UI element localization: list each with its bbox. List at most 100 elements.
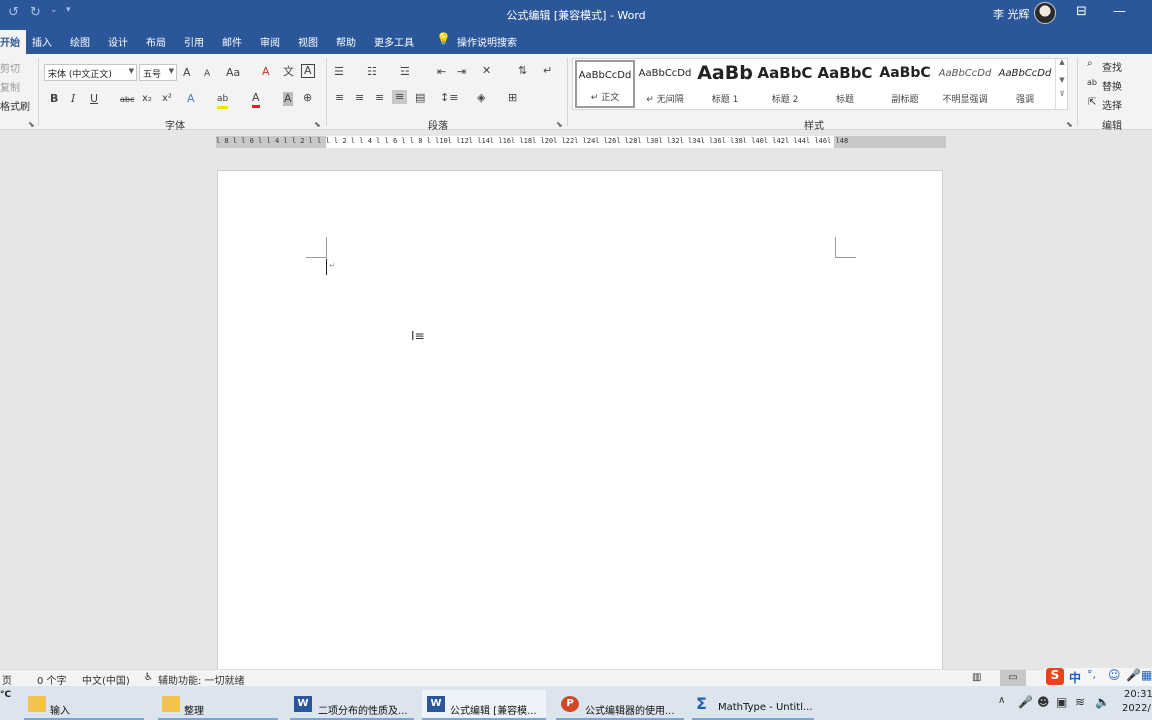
user-name[interactable]: 李 光辉 [993,6,1030,22]
tell-me-search[interactable]: 操作说明搜索 [457,34,517,49]
font-launcher-icon[interactable]: ⬊ [314,120,321,129]
bold-icon[interactable]: B [50,92,58,106]
underline-icon[interactable]: U [90,92,98,106]
format-painter-button[interactable]: 格式刷 [0,98,30,113]
chinese-layout-icon[interactable]: ✕ [482,64,491,78]
font-color-icon[interactable]: A [252,91,260,108]
taskbar-item-powerpoint[interactable]: P 公式编辑器的使用... [556,690,684,720]
document-page[interactable]: ↵ Ⅰ≡ [217,170,943,670]
tab-design[interactable]: 设计 [108,34,128,49]
increase-indent-icon[interactable]: ⇥ [457,65,466,79]
style-subtle-emphasis[interactable]: AaBbCcDd 不明显强调 [935,60,995,108]
clock-time[interactable]: 20:31 [1124,689,1152,700]
horizontal-ruler[interactable]: l 8 l l 6 l l 4 l l 2 l l l l 2 l l 4 l … [216,136,946,148]
chevron-up-icon[interactable]: ∧ [998,695,1005,706]
avatar[interactable] [1034,2,1056,24]
more-styles-icon[interactable]: ⊽ [1056,90,1068,98]
tab-more-tools[interactable]: 更多工具 [374,34,414,49]
tab-insert[interactable]: 插入 [32,34,52,49]
language-status[interactable]: 中文(中国) [82,672,130,687]
phonetic-guide-icon[interactable]: 文 [283,65,294,79]
app-tray-icon[interactable]: ☻ [1037,695,1050,709]
keyboard-icon[interactable]: ▦ [1141,668,1152,682]
font-name-select[interactable]: 宋体 (中文正文) ▼ [44,64,137,81]
taskbar-item-organize-folder[interactable]: 整理 [158,690,278,720]
read-mode-icon[interactable]: ▥ [972,672,981,683]
emoji-icon[interactable]: ☺ [1108,668,1121,682]
show-marks-icon[interactable]: ↵ [543,64,552,78]
sort-icon[interactable]: ⇅ [518,64,527,78]
style-heading-1[interactable]: AaBb 标题 1 [695,60,755,108]
multilevel-list-icon[interactable]: ☲ [400,65,410,79]
clipboard-launcher-icon[interactable]: ⬊ [28,120,35,129]
strikethrough-icon[interactable]: abc [120,93,134,107]
page-count[interactable]: 页 [2,672,12,687]
print-layout-icon[interactable]: ▭ [1000,670,1026,686]
superscript-icon[interactable]: x² [162,92,172,106]
tab-layout[interactable]: 布局 [146,34,166,49]
shrink-font-icon[interactable]: A [204,67,210,81]
tab-mailings[interactable]: 邮件 [222,34,242,49]
word-count[interactable]: 0 个字 [37,672,67,687]
voice-icon[interactable]: 🎤 [1126,668,1141,682]
char-border-icon[interactable]: A [301,64,315,78]
find-button[interactable]: 查找 [1102,59,1122,74]
enclose-char-icon[interactable]: ⊕ [303,91,312,105]
style-emphasis[interactable]: AaBbCcDd 强调 [995,60,1055,108]
tab-references[interactable]: 引用 [184,34,204,49]
decrease-indent-icon[interactable]: ⇤ [437,65,446,79]
punctuation-icon[interactable]: °, [1087,668,1096,681]
copy-button[interactable]: 复制 [0,79,20,94]
text-effects-icon[interactable]: A [187,92,195,106]
ime-lang[interactable]: 中 [1069,669,1081,686]
justify-icon[interactable]: ≡ [392,90,408,104]
style-heading-2[interactable]: AaBbC 标题 2 [755,60,815,108]
tab-help[interactable]: 帮助 [336,34,356,49]
microphone-icon[interactable]: 🎤 [1018,695,1033,709]
gallery-scroll[interactable]: ▲ ▼ ⊽ [1055,58,1068,110]
ime-toolbar[interactable]: S 中 °, ☺ 🎤 ▦ [1044,668,1152,686]
clear-format-icon[interactable]: A [262,65,270,79]
subscript-icon[interactable]: x₂ [142,92,152,106]
align-center-icon[interactable]: ≡ [355,91,364,105]
accessibility-status[interactable]: 辅助功能: 一切就绪 [158,672,245,687]
wifi-icon[interactable]: ≋ [1075,695,1085,709]
change-case-icon[interactable]: Aa [226,66,240,80]
scroll-up-icon[interactable]: ▲ [1056,58,1068,66]
cut-button[interactable]: 剪切 [0,60,20,75]
style-subtitle[interactable]: AaBbC 副标题 [875,60,935,108]
highlight-icon[interactable]: ab [217,92,229,109]
tab-home[interactable]: 开始 [0,30,26,54]
grow-font-icon[interactable]: A [183,66,191,80]
camera-icon[interactable]: ▣ [1056,695,1067,709]
borders-icon[interactable]: ⊞ [508,91,517,105]
italic-icon[interactable]: I [71,92,75,106]
distributed-icon[interactable]: ▤ [415,91,425,105]
taskbar-item-word-binomial[interactable]: W 二项分布的性质及... [290,690,414,720]
tab-review[interactable]: 审阅 [260,34,280,49]
tab-draw[interactable]: 绘图 [70,34,90,49]
weather-temp[interactable]: °C [0,690,11,700]
scroll-down-icon[interactable]: ▼ [1056,76,1068,84]
minimize-icon[interactable]: — [1113,4,1126,19]
taskbar-item-word-formula[interactable]: W 公式编辑 [兼容模... [422,690,546,720]
volume-icon[interactable]: 🔈 [1095,695,1110,709]
ribbon-display-icon[interactable]: ⊟ [1076,4,1087,19]
taskbar-item-mathtype[interactable]: Σ MathType - Untitl... [692,690,814,720]
align-right-icon[interactable]: ≡ [375,91,384,105]
style-no-spacing[interactable]: AaBbCcDd ↵ 无间隔 [635,60,695,108]
paragraph-launcher-icon[interactable]: ⬊ [556,120,563,129]
tab-view[interactable]: 视图 [298,34,318,49]
line-spacing-icon[interactable]: ↕≡ [440,91,458,105]
sogou-icon[interactable]: S [1046,668,1064,685]
clock-date[interactable]: 2022/ [1122,703,1151,714]
taskbar-item-input-folder[interactable]: 输入 [24,690,144,720]
styles-launcher-icon[interactable]: ⬊ [1066,120,1073,129]
style-title[interactable]: AaBbC 标题 [815,60,875,108]
replace-button[interactable]: 替换 [1102,78,1122,93]
font-size-select[interactable]: 五号 ▼ [139,64,177,81]
style-normal[interactable]: AaBbCcDd ↵ 正文 [575,60,635,108]
numbering-icon[interactable]: ☷ [367,65,377,79]
select-button[interactable]: 选择 [1102,97,1122,112]
char-shading-icon[interactable]: A [283,92,293,106]
